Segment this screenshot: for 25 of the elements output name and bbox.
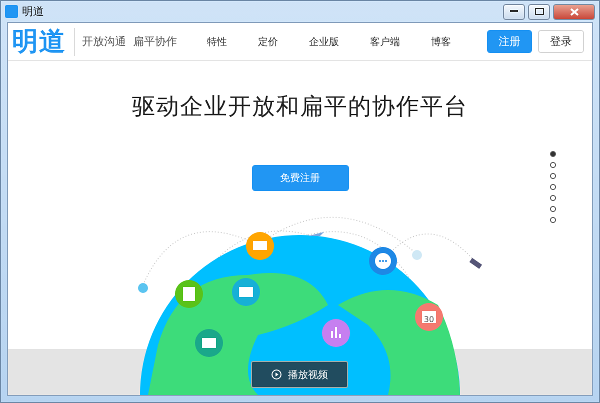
app-icon [5,5,18,18]
calendar-icon: 30 [415,303,443,331]
play-video-button[interactable]: 播放视频 [251,361,348,388]
close-button[interactable] [553,4,595,20]
nav-link[interactable]: 特性 [207,34,227,48]
maximize-button[interactable] [528,4,550,20]
nav-link[interactable]: 客户端 [370,34,400,48]
close-icon [570,8,578,16]
pager-dot[interactable] [550,184,556,190]
pager-dot[interactable] [550,151,556,157]
pager-dot[interactable] [550,195,556,201]
pager-dot[interactable] [550,162,556,168]
hero-title: 驱动企业开放和扁平的协作平台 [132,93,468,122]
minimize-icon [510,10,518,13]
maximize-icon [534,8,544,15]
slogan: 开放沟通 扁平协作 [82,34,177,49]
pager-dot[interactable] [550,173,556,179]
window-title: 明道 [22,4,44,19]
minimize-button[interactable] [503,4,525,20]
nav-link[interactable]: 定价 [258,34,278,48]
login-button[interactable]: 登录 [538,30,584,53]
nav-link[interactable]: 企业版 [309,34,339,48]
bar-chart-icon [322,319,350,347]
nav-link[interactable]: 博客 [431,34,451,48]
play-icon [271,369,282,380]
